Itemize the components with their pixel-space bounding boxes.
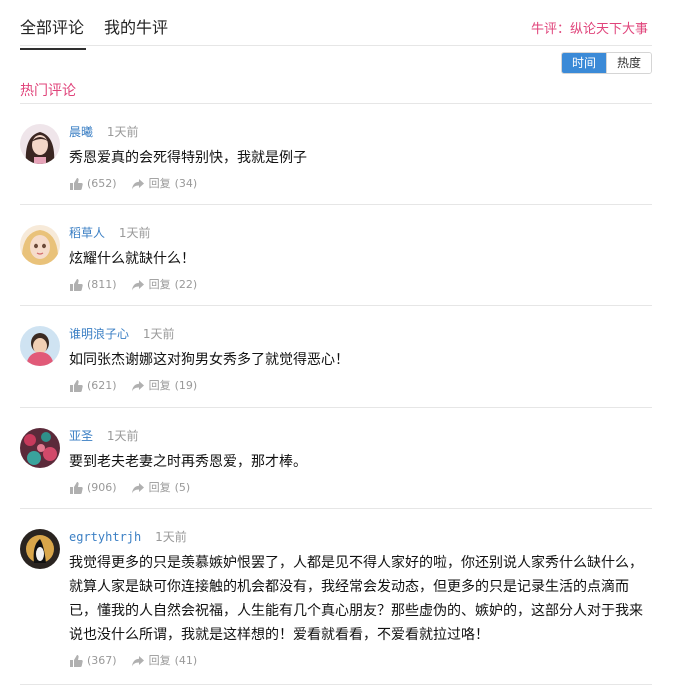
reply-button[interactable]: 回复 (5) [131,480,191,496]
thumbs-up-icon [70,178,83,190]
comment-time: 1天前 [106,429,139,443]
comment-text: 秀恩爱真的会死得特别快，我就是例子 [69,150,307,166]
username[interactable]: egrtyhtrjh [69,530,141,544]
avatar[interactable] [20,124,60,164]
comment-time: 1天前 [106,125,139,139]
reply-count: (22) [174,278,198,291]
like-count: (906) [87,481,117,494]
comment-text: 要到老夫老妻之时再秀恩爱，那才棒。 [69,454,307,470]
comment-item: egrtyhtrjh 1天前 我觉得更多的只是羡慕嫉妒恨罢了，人都是见不得人家好… [20,509,652,685]
comment-time: 1天前 [118,226,151,240]
reply-arrow-icon [131,280,144,291]
comment-item: 亚圣 1天前 要到老夫老妻之时再秀恩爱，那才棒。 (906) 回复 (5) [20,408,652,509]
hot-comments-title: 热门评论 [20,83,76,99]
reply-arrow-icon [131,483,144,494]
like-button[interactable]: (652) [69,176,117,192]
reply-button[interactable]: 回复 (41) [131,653,198,669]
reply-label: 回复 [148,379,171,392]
like-count: (652) [87,177,117,190]
username[interactable]: 亚圣 [69,429,93,443]
like-button[interactable]: (621) [69,378,117,394]
reply-count: (5) [174,481,191,494]
reply-button[interactable]: 回复 (34) [131,176,198,192]
like-count: (367) [87,654,117,667]
like-button[interactable]: (906) [69,480,117,496]
thumbs-up-icon [70,279,83,291]
comment-time: 1天前 [142,327,175,341]
comment-text: 炫耀什么就缺什么！ [69,251,195,267]
thumbs-up-icon [70,655,83,667]
reply-arrow-icon [131,381,144,392]
tabs-divider [20,45,652,46]
username[interactable]: 谁明浪子心 [69,327,129,341]
thumbs-up-icon [70,482,83,494]
like-count: (811) [87,278,117,291]
avatar[interactable] [20,529,60,569]
niuping-link[interactable]: 牛评：纵论天下大事 [531,18,648,37]
like-count: (621) [87,379,117,392]
reply-count: (34) [174,177,198,190]
reply-arrow-icon [131,179,144,190]
reply-count: (41) [174,654,198,667]
sort-by-time-button[interactable]: 时间 [561,53,606,73]
reply-count: (19) [174,379,198,392]
reply-label: 回复 [148,481,171,494]
comment-item: 晨曦 1天前 秀恩爱真的会死得特别快，我就是例子 (652) 回复 (34) [20,104,652,205]
like-button[interactable]: (367) [69,653,117,669]
comment-item: 稻草人 1天前 炫耀什么就缺什么！ (811) 回复 (22) [20,205,652,306]
reply-arrow-icon [131,656,144,667]
like-button[interactable]: (811) [69,277,117,293]
username[interactable]: 晨曦 [69,125,93,139]
comment-text: 如同张杰谢娜这对狗男女秀多了就觉得恶心！ [69,352,349,368]
thumbs-up-icon [70,380,83,392]
reply-label: 回复 [148,177,171,190]
avatar[interactable] [20,428,60,468]
sort-toggle: 时间 热度 [560,52,652,74]
comment-text: 我觉得更多的只是羡慕嫉妒恨罢了，人都是见不得人家好的啦，你还别说人家秀什么缺什么… [69,555,643,643]
reply-label: 回复 [148,654,171,667]
sort-by-hot-button[interactable]: 热度 [605,53,651,73]
comment-item: 谁明浪子心 1天前 如同张杰谢娜这对狗男女秀多了就觉得恶心！ (621) 回复 … [20,306,652,408]
avatar[interactable] [20,326,60,366]
comment-list: 晨曦 1天前 秀恩爱真的会死得特别快，我就是例子 (652) 回复 (34) 稻… [20,104,652,685]
reply-button[interactable]: 回复 (22) [131,277,198,293]
username[interactable]: 稻草人 [69,226,105,240]
reply-label: 回复 [148,278,171,291]
avatar[interactable] [20,225,60,265]
reply-button[interactable]: 回复 (19) [131,378,198,394]
comments-page: 全部评论 我的牛评 牛评：纵论天下大事 时间 热度 热门评论 晨曦 1天前 秀恩… [0,0,682,685]
comment-time: 1天前 [155,530,187,544]
